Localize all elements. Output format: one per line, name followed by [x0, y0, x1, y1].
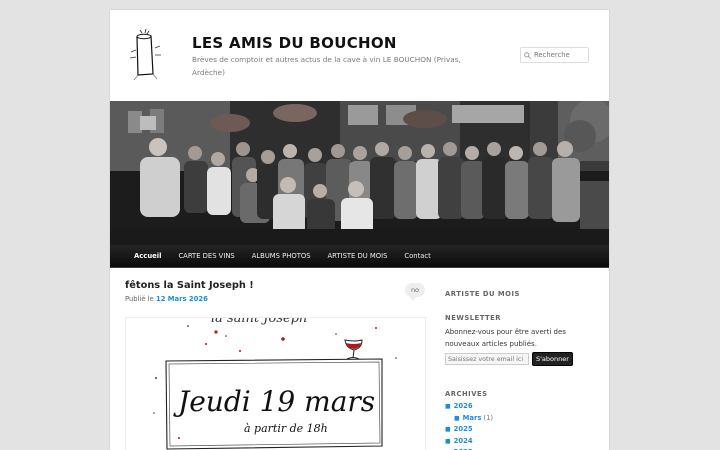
archive-item-2026[interactable]: ■ 2026 [445, 401, 595, 413]
bullet-icon: ■ [445, 426, 451, 433]
post-meta: Publié le 12 Mars 2026 [125, 295, 425, 303]
nav-item-accueil[interactable]: Accueil [134, 252, 161, 260]
site-title[interactable]: LES AMIS DU BOUCHON [192, 34, 397, 52]
cork-logo[interactable] [126, 28, 164, 82]
poster-time-line: à partir de 18h [244, 422, 328, 435]
archive-link[interactable]: 2024 [454, 436, 473, 448]
search-icon [524, 51, 531, 59]
archive-item-2024[interactable]: ■ 2024 [445, 436, 595, 448]
archive-link[interactable]: 2026 [454, 401, 473, 413]
archive-link[interactable]: 2025 [454, 424, 473, 436]
newsletter-email-input[interactable] [445, 353, 529, 365]
poster-top-text: la saint Joseph [211, 318, 307, 326]
poster-date-line: Jeudi 19 mars [173, 385, 375, 418]
main-nav: Accueil CARTE DES VINS ALBUMS PHOTOS ART… [110, 245, 609, 268]
page: LES AMIS DU BOUCHON Brèves de comptoir e… [110, 10, 609, 450]
post-header: fêtons la Saint Joseph ! Publié le 12 Ma… [125, 280, 425, 303]
archive-item-mars[interactable]: ■ Mars (1) [445, 413, 595, 425]
archive-item-2025[interactable]: ■ 2025 [445, 424, 595, 436]
post-date[interactable]: 12 Mars 2026 [156, 295, 208, 303]
widget-artiste-du-mois: ARTISTE DU MOIS [445, 290, 520, 298]
nav-item-artiste-du-mois[interactable]: ARTISTE DU MOIS [328, 252, 388, 260]
bullet-icon: ■ [445, 437, 451, 445]
widget-title-newsletter: NEWSLETTER [445, 314, 502, 322]
archive-link[interactable]: Mars [463, 413, 482, 425]
post-poster-image: la saint Joseph Jeudi 19 mars à partir d… [125, 317, 426, 450]
nav-item-albums-photos[interactable]: ALBUMS PHOTOS [252, 252, 311, 260]
widget-title-artiste: ARTISTE DU MOIS [445, 290, 520, 298]
site-description: Brèves de comptoir et autres actus de la… [192, 55, 461, 77]
newsletter-text: Abonnez-vous pour être averti des nouvea… [445, 328, 566, 348]
widget-title-archives: ARCHIVES [445, 390, 488, 398]
search-input[interactable] [531, 51, 586, 59]
comments-link[interactable]: no [405, 283, 425, 301]
post-title[interactable]: fêtons la Saint Joseph ! [125, 280, 425, 291]
nav-item-carte-des-vins[interactable]: CARTE DES VINS [178, 252, 234, 260]
widget-archives: ARCHIVES ■2026 ■Mars(1) ■2025 ■2024 ■202… [445, 390, 595, 450]
subscribe-button[interactable]: S'abonner [532, 352, 573, 366]
widget-newsletter: NEWSLETTER Abonnez-vous pour être averti… [445, 314, 595, 366]
bullet-icon: ■ [445, 403, 451, 410]
archive-count: (1) [483, 413, 494, 422]
search-box[interactable] [520, 47, 589, 63]
header-banner-photo [110, 101, 609, 245]
nav-item-contact[interactable]: Contact [404, 252, 430, 260]
site-header: LES AMIS DU BOUCHON Brèves de comptoir e… [110, 10, 609, 101]
bullet-icon: ■ [454, 414, 460, 422]
wine-glass-icon [344, 339, 363, 360]
post-meta-prefix: Publié le [125, 295, 154, 303]
